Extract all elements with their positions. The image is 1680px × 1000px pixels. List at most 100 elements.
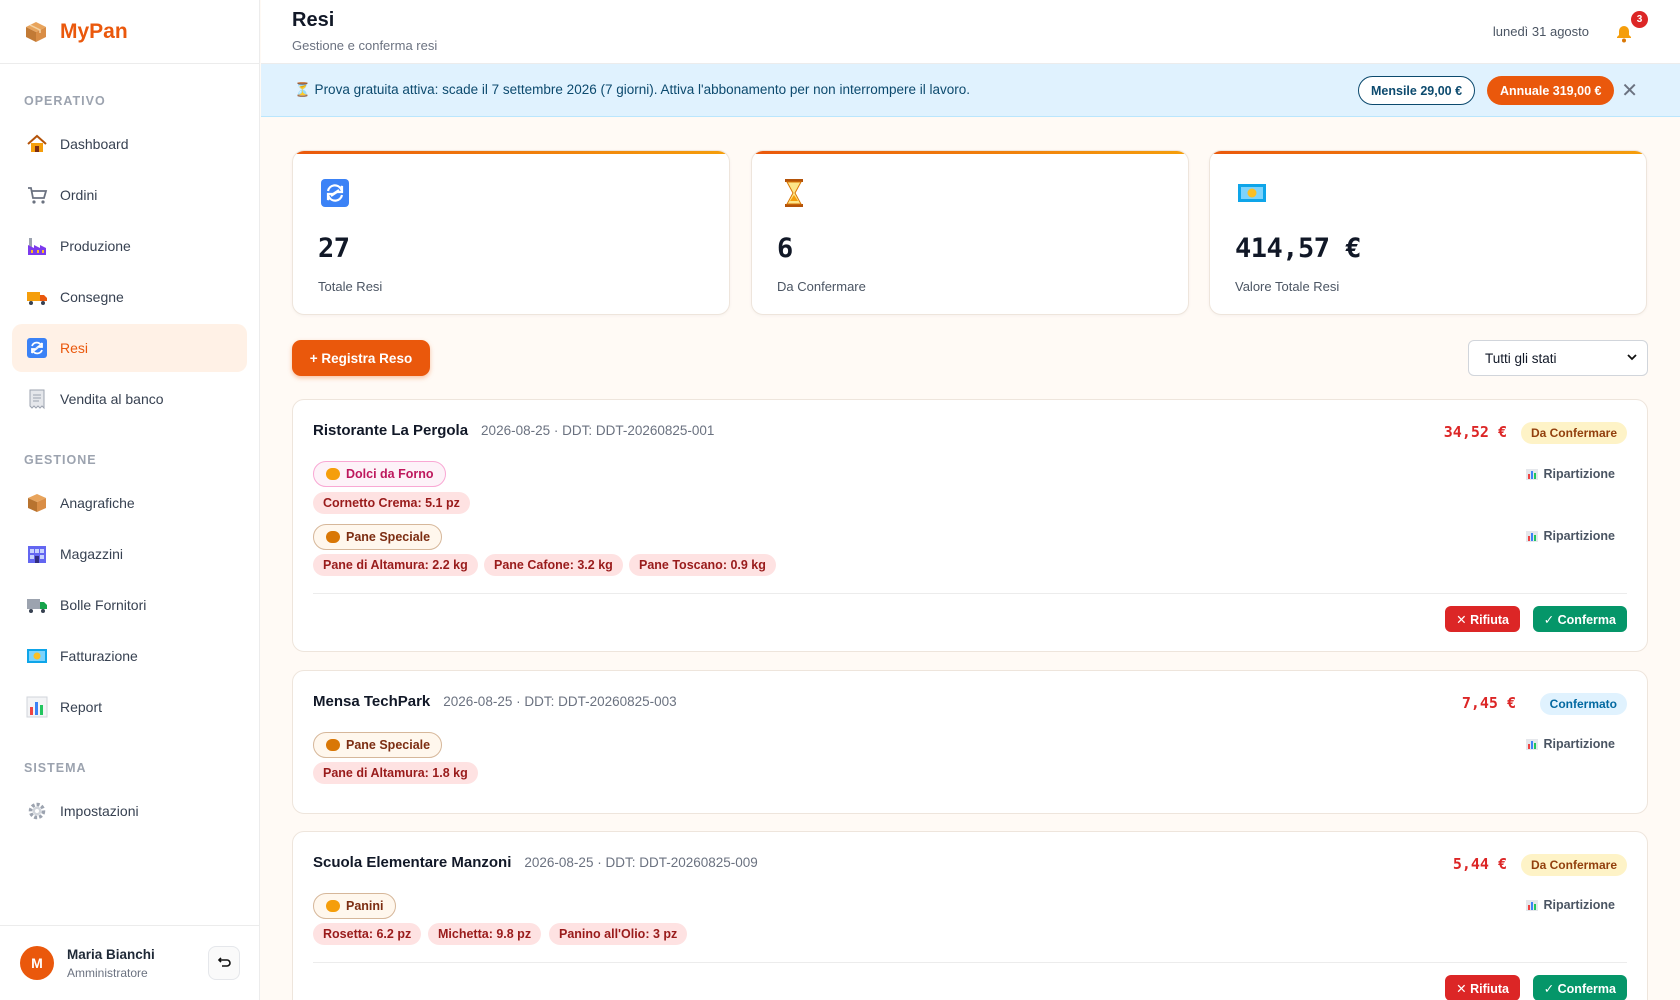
return-amount: 5,44 € xyxy=(1452,855,1507,873)
stat-value: 27 xyxy=(318,233,350,264)
customer-name: Scuola Elementare Manzoni xyxy=(313,854,512,871)
delivery-truck-icon xyxy=(27,599,47,613)
item-chip: Pane Toscano: 0.9 kg xyxy=(629,554,776,576)
app-name: MyPan xyxy=(60,19,128,43)
trial-banner-text: ⏳ Prova gratuita attiva: scade il 7 sett… xyxy=(294,82,970,97)
bar-chart-icon xyxy=(1526,899,1539,911)
sidebar-item-vendita-al-banco[interactable]: Vendita al banco xyxy=(12,375,247,423)
bar-chart-icon xyxy=(1526,530,1539,542)
return-meta: 2026-08-25 · DDT: DDT-20260825-009 xyxy=(524,855,758,870)
sidebar-item-label: Consegne xyxy=(60,289,124,305)
reject-button[interactable]: ✕ Rifiuta xyxy=(1445,975,1520,1000)
stat-card-value: 414,57 € Valore Totale Resi xyxy=(1209,150,1647,315)
sidebar-item-label: Dashboard xyxy=(60,136,129,152)
return-arrows-icon xyxy=(321,179,349,207)
logout-icon xyxy=(217,957,231,967)
receipt-icon xyxy=(29,389,45,410)
stat-card-total: 27 Totale Resi xyxy=(292,150,730,315)
annual-plan-button[interactable]: Annuale 319,00 € xyxy=(1487,76,1615,105)
split-link[interactable]: Ripartizione xyxy=(1526,898,1615,912)
stat-value: 6 xyxy=(777,233,793,264)
cart-icon xyxy=(28,187,48,204)
split-link[interactable]: Ripartizione xyxy=(1526,529,1615,543)
card-divider xyxy=(313,593,1627,594)
page-header: Resi Gestione e conferma resi lunedì 31 … xyxy=(261,0,1680,64)
logout-button[interactable] xyxy=(208,946,240,980)
category-label: Pane Speciale xyxy=(346,738,431,752)
nav-section-title: OPERATIVO xyxy=(24,94,106,108)
sidebar-item-dashboard[interactable]: Dashboard xyxy=(12,120,247,168)
stat-label: Da Confermare xyxy=(777,279,866,294)
croissant-icon xyxy=(326,900,340,912)
sidebar-item-resi[interactable]: Resi xyxy=(12,324,247,372)
customer-name: Ristorante La Pergola xyxy=(313,422,469,439)
user-role: Amministratore xyxy=(67,965,148,980)
chevron-down-icon xyxy=(1627,354,1637,361)
nav-section-title: SISTEMA xyxy=(24,761,87,775)
sidebar-item-label: Vendita al banco xyxy=(60,391,164,407)
confirm-button[interactable]: ✓ Conferma xyxy=(1532,606,1627,632)
category-pill: Pane Speciale xyxy=(313,524,443,550)
sidebar-item-label: Resi xyxy=(60,340,89,356)
sidebar-item-fatturazione[interactable]: Fatturazione xyxy=(12,632,247,680)
bar-chart-icon xyxy=(26,696,48,718)
brand[interactable]: MyPan xyxy=(0,0,259,64)
return-arrows-icon xyxy=(27,338,47,358)
warehouse-icon xyxy=(28,546,46,563)
return-meta: 2026-08-25 · DDT: DDT-20260825-003 xyxy=(443,694,677,709)
split-link[interactable]: Ripartizione xyxy=(1526,467,1615,481)
split-label: Ripartizione xyxy=(1543,467,1615,481)
item-chip: Panino all'Olio: 3 pz xyxy=(549,923,688,945)
item-chip: Pane di Altamura: 1.8 kg xyxy=(313,762,478,784)
banknote-icon xyxy=(27,649,47,663)
monthly-plan-button[interactable]: Mensile 29,00 € xyxy=(1358,76,1476,105)
item-chip: Cornetto Crema: 5.1 pz xyxy=(313,492,470,514)
box-icon xyxy=(28,494,46,512)
sidebar-item-bolle-fornitori[interactable]: Bolle Fornitori xyxy=(12,581,247,629)
notification-badge: 3 xyxy=(1631,11,1648,28)
sidebar-item-magazzini[interactable]: Magazzini xyxy=(12,530,247,578)
status-filter-select[interactable]: Tutti gli stati xyxy=(1468,340,1648,376)
close-icon[interactable]: ✕ xyxy=(1621,78,1638,103)
page-title: Resi xyxy=(292,9,335,31)
avatar[interactable]: M xyxy=(20,946,54,980)
sidebar-item-impostazioni[interactable]: Impostazioni xyxy=(12,787,247,835)
sidebar-item-ordini[interactable]: Ordini xyxy=(12,171,247,219)
nav-section-title: GESTIONE xyxy=(24,453,97,467)
status-filter-value: Tutti gli stati xyxy=(1485,350,1557,366)
category-label: Panini xyxy=(346,899,384,913)
status-badge: Da Confermare xyxy=(1520,854,1627,876)
user-profile: M Maria Bianchi Amministratore xyxy=(0,925,260,1000)
croissant-icon xyxy=(326,468,340,480)
return-card: Scuola Elementare Manzoni 2026-08-25 · D… xyxy=(292,831,1648,1000)
page-subtitle: Gestione e conferma resi xyxy=(292,38,438,53)
return-amount: 7,45 € xyxy=(1461,694,1516,712)
item-chip: Rosetta: 6.2 pz xyxy=(313,923,422,945)
split-link[interactable]: Ripartizione xyxy=(1526,737,1615,751)
category-pill: Panini xyxy=(313,893,396,919)
bell-icon[interactable] xyxy=(1613,22,1635,44)
sidebar-item-label: Magazzini xyxy=(60,546,124,562)
item-chip: Michetta: 9.8 pz xyxy=(428,923,542,945)
current-date: lunedì 31 agosto xyxy=(1492,24,1589,39)
sidebar-item-report[interactable]: Report xyxy=(12,683,247,731)
stat-label: Valore Totale Resi xyxy=(1235,279,1340,294)
register-return-button[interactable]: + Registra Reso xyxy=(292,340,430,376)
sidebar-item-produzione[interactable]: Produzione xyxy=(12,222,247,270)
return-card: Mensa TechPark 2026-08-25 · DDT: DDT-202… xyxy=(292,670,1648,814)
sidebar-item-consegne[interactable]: Consegne xyxy=(12,273,247,321)
confirm-button[interactable]: ✓ Conferma xyxy=(1532,975,1627,1000)
stat-label: Totale Resi xyxy=(318,279,383,294)
customer-name: Mensa TechPark xyxy=(313,693,431,710)
return-amount: 34,52 € xyxy=(1443,423,1507,441)
category-label: Pane Speciale xyxy=(346,530,431,544)
sidebar-item-label: Report xyxy=(60,699,103,715)
bar-chart-icon xyxy=(1526,738,1539,750)
sidebar-item-anagrafiche[interactable]: Anagrafiche xyxy=(12,479,247,527)
reject-button[interactable]: ✕ Rifiuta xyxy=(1445,606,1520,632)
gear-icon xyxy=(28,802,46,820)
sidebar-item-label: Produzione xyxy=(60,238,131,254)
sidebar: MyPan OPERATIVO Dashboard Ordini Produzi… xyxy=(0,0,260,1000)
split-label: Ripartizione xyxy=(1543,529,1615,543)
bread-icon xyxy=(326,531,340,543)
